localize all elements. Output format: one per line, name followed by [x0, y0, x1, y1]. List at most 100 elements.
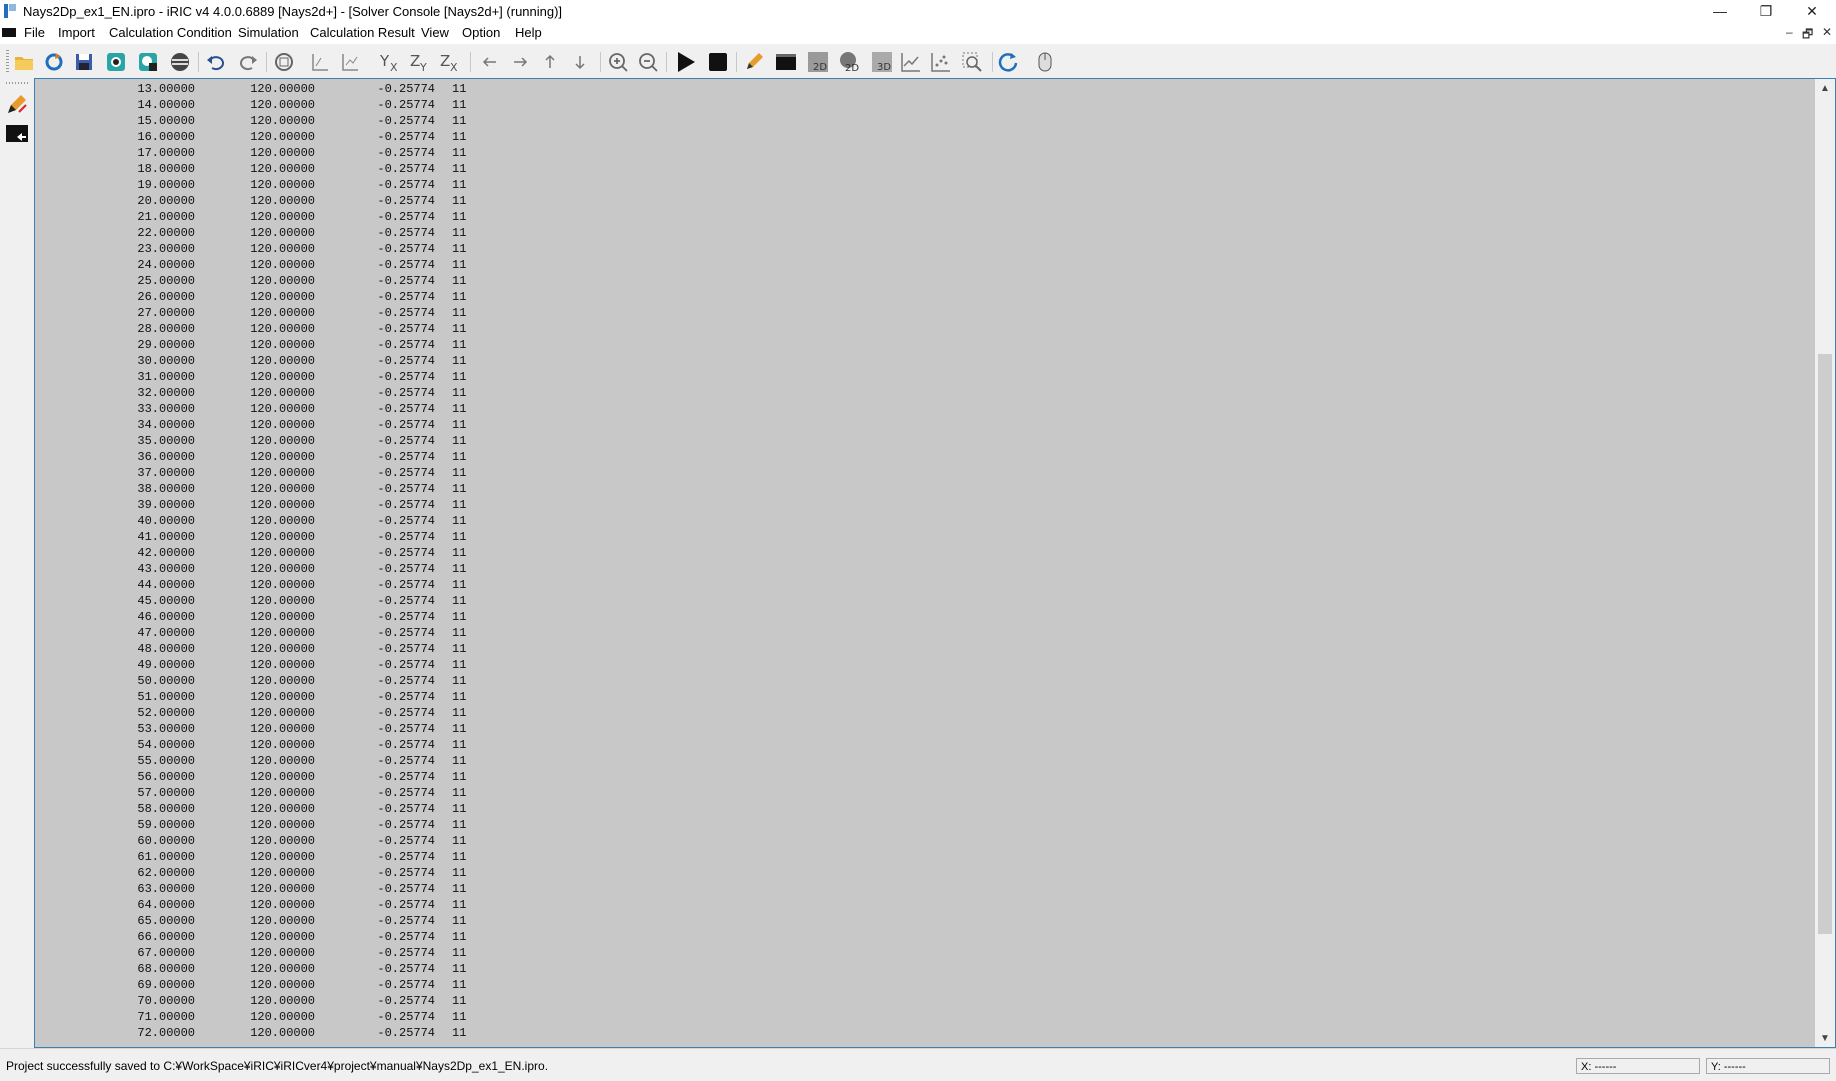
scroll-thumb[interactable]	[1818, 353, 1832, 934]
dock-grip[interactable]	[6, 82, 30, 84]
console-y-value: 120.00000	[250, 162, 315, 176]
scroll-up-button[interactable]: ▲	[1815, 79, 1835, 97]
scroll-down-button[interactable]: ▼	[1815, 1029, 1835, 1047]
mdi-restore-button[interactable]: 🗗	[1802, 25, 1813, 46]
move-up-icon[interactable]	[538, 50, 562, 74]
fit-view-icon[interactable]	[272, 50, 296, 74]
mdi-system-menu-icon[interactable]	[2, 28, 16, 37]
menu-simulation[interactable]: Simulation	[238, 25, 299, 40]
svg-text:Z: Z	[410, 52, 420, 70]
console-x-value: 71.00000	[137, 1010, 195, 1024]
console-output[interactable]: 13.00000 120.00000 -0.25774 11 14.00000 120.0…	[35, 79, 1815, 1047]
snapshot-icon[interactable]	[104, 50, 128, 74]
console-line: 35.00000 120.00000 -0.25774 11	[35, 433, 1815, 449]
console-line: 15.00000 120.00000 -0.25774 11	[35, 113, 1815, 129]
reload-icon[interactable]	[42, 50, 66, 74]
reset-zoom-icon[interactable]	[338, 50, 362, 74]
console-line: 70.00000 120.00000 -0.25774 11	[35, 993, 1815, 1009]
snapshot-window-icon[interactable]	[136, 50, 160, 74]
graph-icon[interactable]	[898, 50, 922, 74]
console-n-value: 11	[452, 738, 467, 752]
console-line: 20.00000 120.00000 -0.25774 11	[35, 193, 1815, 209]
console-x-value: 67.00000	[137, 946, 195, 960]
zoom-region-icon[interactable]	[960, 50, 984, 74]
zoom-out-icon[interactable]	[636, 50, 660, 74]
toolbar-grip[interactable]	[6, 50, 9, 72]
console-line: 48.00000 120.00000 -0.25774 11	[35, 641, 1815, 657]
console-x-value: 46.00000	[137, 610, 195, 624]
open-folder-icon[interactable]	[12, 50, 36, 74]
3d-post-icon[interactable]: 3D	[870, 50, 894, 74]
console-n-value: 11	[452, 882, 467, 896]
console-x-value: 24.00000	[137, 258, 195, 272]
console-z-value: -0.25774	[377, 866, 435, 880]
menu-option[interactable]: Option	[462, 25, 500, 40]
pre-processor-icon[interactable]	[5, 92, 29, 116]
console-z-value: -0.25774	[377, 338, 435, 352]
console-line: 62.00000 120.00000 -0.25774 11	[35, 865, 1815, 881]
mouse-hint-icon[interactable]	[1033, 50, 1057, 74]
console-x-value: 36.00000	[137, 450, 195, 464]
menu-import[interactable]: Import	[58, 25, 95, 40]
console-x-value: 38.00000	[137, 482, 195, 496]
console-n-value: 11	[452, 898, 467, 912]
zy-plane-icon[interactable]: ZY	[408, 50, 432, 74]
solver-console-icon[interactable]	[5, 122, 29, 146]
console-line: 29.00000 120.00000 -0.25774 11	[35, 337, 1815, 353]
refresh-icon[interactable]	[996, 50, 1020, 74]
console-z-value: -0.25774	[377, 530, 435, 544]
undo-icon[interactable]	[204, 50, 228, 74]
console-z-value: -0.25774	[377, 98, 435, 112]
console-n-value: 11	[452, 290, 467, 304]
console-y-value: 120.00000	[250, 770, 315, 784]
console-line: 27.00000 120.00000 -0.25774 11	[35, 305, 1815, 321]
console-z-value: -0.25774	[377, 450, 435, 464]
console-line: 25.00000 120.00000 -0.25774 11	[35, 273, 1815, 289]
console-z-value: -0.25774	[377, 578, 435, 592]
mdi-close-button[interactable]: ✕	[1822, 25, 1832, 39]
minimize-button[interactable]: —	[1697, 0, 1743, 22]
menu-calculation-condition[interactable]: Calculation Condition	[109, 25, 232, 40]
zx-plane-icon[interactable]: ZX	[438, 50, 462, 74]
move-right-icon[interactable]	[508, 50, 532, 74]
2d-post-icon[interactable]: 2D	[806, 50, 830, 74]
console-z-value: -0.25774	[377, 802, 435, 816]
console-z-value: -0.25774	[377, 194, 435, 208]
menu-view[interactable]: View	[421, 25, 449, 40]
zoom-in-icon[interactable]	[606, 50, 630, 74]
console-n-value: 11	[452, 306, 467, 320]
move-down-icon[interactable]	[568, 50, 592, 74]
2d-bird-eye-icon[interactable]: 2D	[838, 50, 862, 74]
stop-icon[interactable]	[706, 50, 730, 74]
redo-icon[interactable]	[236, 50, 260, 74]
restore-button[interactable]: ❐	[1743, 0, 1789, 22]
xy-plane-icon[interactable]: YX	[378, 50, 402, 74]
menu-help[interactable]: Help	[515, 25, 542, 40]
mdi-minimize-button[interactable]: –	[1786, 25, 1793, 39]
move-left-icon[interactable]	[478, 50, 502, 74]
menu-file[interactable]: File	[24, 25, 45, 40]
console-line: 17.00000 120.00000 -0.25774 11	[35, 145, 1815, 161]
console-n-value: 11	[452, 594, 467, 608]
scattered-graph-icon[interactable]	[928, 50, 952, 74]
console-y-value: 120.00000	[250, 914, 315, 928]
console-n-value: 11	[452, 978, 467, 992]
console-x-value: 63.00000	[137, 882, 195, 896]
save-icon[interactable]	[72, 50, 96, 74]
console-n-value: 11	[452, 482, 467, 496]
console-icon[interactable]	[774, 50, 798, 74]
menu-calculation-result[interactable]: Calculation Result	[310, 25, 415, 40]
console-line: 71.00000 120.00000 -0.25774 11	[35, 1009, 1815, 1025]
bird-eye-icon[interactable]	[168, 50, 192, 74]
console-z-value: -0.25774	[377, 114, 435, 128]
edit-icon[interactable]	[742, 50, 766, 74]
run-icon[interactable]	[674, 50, 698, 74]
close-button[interactable]: ✕	[1789, 0, 1835, 22]
vertical-scrollbar[interactable]: ▲ ▼	[1815, 79, 1835, 1047]
console-y-value: 120.00000	[250, 290, 315, 304]
console-z-value: -0.25774	[377, 722, 435, 736]
reset-rotation-icon[interactable]	[308, 50, 332, 74]
console-line: 66.00000 120.00000 -0.25774 11	[35, 929, 1815, 945]
iric-app-icon	[4, 4, 16, 18]
console-n-value: 11	[452, 930, 467, 944]
